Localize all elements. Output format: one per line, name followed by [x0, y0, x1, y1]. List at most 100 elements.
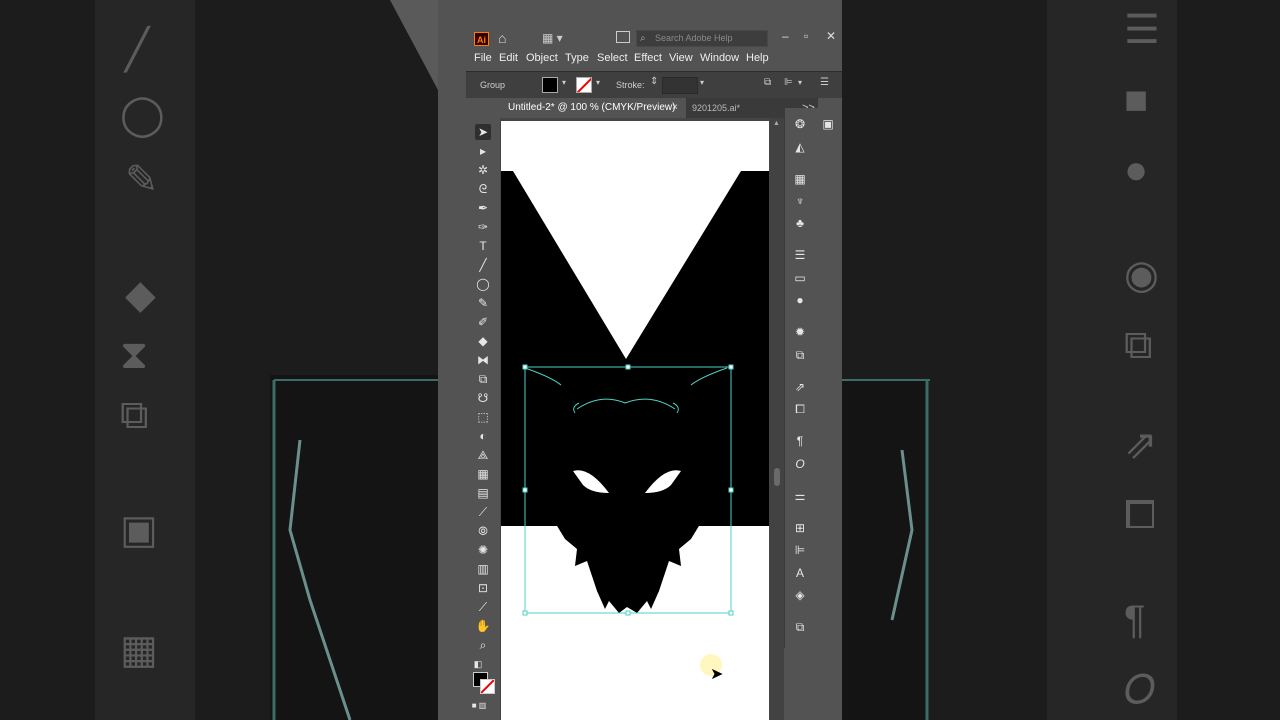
fill-swatch[interactable]	[542, 77, 558, 93]
gradient-icon[interactable]: ▤	[475, 485, 491, 501]
document-tab-bar: Untitled-2* @ 100 % (CMYK/Preview) × 920…	[500, 98, 818, 118]
maximize-icon[interactable]: ▫	[804, 29, 808, 43]
color-guide-icon[interactable]: ❂	[792, 116, 808, 132]
menu-type[interactable]: Type	[565, 52, 589, 64]
background-right: ☰ ■ ● ◉ ⧉ ⇗ ⧠ ¶ 𝑂	[842, 0, 1280, 720]
default-colors-icon[interactable]: ◧ ⇄	[470, 656, 486, 685]
vertical-scrollbar[interactable]: ▲	[770, 118, 784, 720]
export-icon[interactable]: ⇗	[792, 379, 808, 395]
tab-untitled-2-label: Untitled-2* @ 100 % (CMYK/Preview)	[508, 102, 676, 113]
bg-export-icon: ⇗	[1124, 423, 1158, 467]
shaper-icon[interactable]: ✐	[475, 314, 491, 330]
stroke-icon[interactable]: ☰	[792, 247, 808, 263]
perspective-icon[interactable]: ⟁	[475, 447, 491, 463]
fill-dropdown-icon[interactable]: ▾	[562, 78, 566, 87]
slice-icon[interactable]: ⟋	[475, 599, 491, 615]
color-mode-icon[interactable]: ■ ▥ ⧄	[471, 698, 487, 720]
handle-top-right	[728, 364, 734, 370]
ellipse-icon[interactable]: ◯	[475, 276, 491, 292]
menu-select[interactable]: Select	[597, 52, 628, 64]
pen-icon[interactable]: ✒	[475, 200, 491, 216]
layers-icon[interactable]: ◈	[792, 587, 808, 603]
menu-window[interactable]: Window	[700, 52, 739, 64]
eyedropper-icon[interactable]: ⟋	[475, 504, 491, 520]
character-icon[interactable]: A	[792, 565, 808, 581]
wolf-head-shape	[523, 367, 729, 613]
type-icon[interactable]: T	[475, 238, 491, 254]
free-transform-icon[interactable]: ⬚	[475, 409, 491, 425]
align-dropdown-icon[interactable]: ▾	[798, 78, 802, 87]
close-icon[interactable]: ✕	[826, 29, 836, 43]
arrange-documents-icon[interactable]	[616, 31, 630, 43]
magic-wand-icon[interactable]: ✲	[475, 162, 491, 178]
blend-icon[interactable]: ⦾	[475, 523, 491, 539]
rotate-icon[interactable]: ⧓	[475, 352, 491, 368]
background-left: ╱ ◯ ✎ ◆ ⧗ ⧉ ▣ ▦	[0, 0, 438, 720]
stroke-weight-input[interactable]	[662, 77, 698, 94]
artboards-icon[interactable]: ⧉	[792, 619, 808, 635]
bg-styles-icon: ⧉	[1124, 323, 1153, 367]
home-icon[interactable]: ⌂	[498, 30, 506, 46]
workspace-switcher-icon[interactable]: ▦ ▾	[542, 31, 563, 45]
menu-view[interactable]: View	[669, 52, 693, 64]
tab-close-icon[interactable]: ×	[672, 98, 678, 118]
direct-selection-icon[interactable]: ▸	[475, 143, 491, 159]
search-icon: ⌕	[640, 33, 646, 44]
transform-icon[interactable]: ⧉	[764, 77, 771, 88]
scale-icon[interactable]: ⧉	[475, 371, 491, 387]
stroke-weight-stepper[interactable]: ⇕	[650, 76, 658, 87]
curvature-icon[interactable]: ✑	[475, 219, 491, 235]
menu-file[interactable]: File	[474, 52, 492, 64]
line-icon[interactable]: ╱	[475, 257, 491, 273]
selection-icon[interactable]: ➤	[475, 124, 491, 140]
mesh-icon[interactable]: ▦	[475, 466, 491, 482]
stroke-weight-dropdown-icon[interactable]: ▾	[700, 78, 704, 87]
scroll-up-icon[interactable]: ▲	[773, 120, 780, 127]
search-help-input[interactable]: ⌕ Search Adobe Help	[636, 30, 768, 47]
artboard-icon[interactable]: ⊡	[475, 580, 491, 596]
symbol-sprayer-icon[interactable]: ✺	[475, 542, 491, 558]
zoom-icon[interactable]: ⌕	[475, 637, 491, 653]
align-icon[interactable]: ⊫	[784, 77, 793, 88]
menu-effect[interactable]: Effect	[634, 52, 662, 64]
menu-help[interactable]: Help	[746, 52, 769, 64]
panel-collapse-icon[interactable]: ▣	[820, 116, 836, 132]
menu-object[interactable]: Object	[526, 52, 558, 64]
symbols-icon[interactable]: ♣	[792, 215, 808, 231]
swatches-icon[interactable]: ▦	[792, 171, 808, 187]
stroke-swatch[interactable]	[576, 77, 592, 93]
warp-icon[interactable]: ☋	[475, 390, 491, 406]
menu-edit[interactable]: Edit	[499, 52, 518, 64]
tab-untitled-2[interactable]: Untitled-2* @ 100 % (CMYK/Preview)	[500, 98, 686, 118]
control-menu-icon[interactable]: ☰	[820, 77, 829, 88]
minimize-icon[interactable]: –	[782, 29, 789, 43]
color-icon[interactable]: ◭	[792, 139, 808, 155]
bg-transform-icon: ▣	[120, 508, 158, 552]
lasso-icon[interactable]: ᘓ	[475, 181, 491, 197]
pathfinder-icon[interactable]: ⊫	[792, 542, 808, 558]
tools-panel: ➤ ▸ ✲ ᘓ ✒ ✑ T ╱ ◯ ✎ ✐ ◆ ⧓ ⧉ ☋ ⬚ ◐ ⟁ ▦ ▤ …	[468, 118, 498, 720]
shape-builder-icon[interactable]: ◐	[475, 428, 491, 444]
transform-icon[interactable]: ⧠	[792, 401, 808, 417]
opentype-icon[interactable]: O	[792, 456, 808, 472]
brushes-icon[interactable]: ♆	[792, 193, 808, 209]
tab-9201205[interactable]: 9201205.ai*	[692, 98, 740, 118]
gradient-icon[interactable]: ▭	[792, 270, 808, 286]
properties-icon[interactable]: ⚌	[792, 488, 808, 504]
hand-icon[interactable]: ✋	[475, 618, 491, 634]
artboard[interactable]	[501, 121, 769, 720]
transparency-icon[interactable]: ●	[792, 292, 808, 308]
appearance-icon[interactable]: ✹	[792, 324, 808, 340]
column-graph-icon[interactable]: ▥	[475, 561, 491, 577]
bg-line-icon: ╱	[125, 28, 150, 72]
align-icon[interactable]: ⊞	[792, 520, 808, 536]
graphic-styles-icon[interactable]: ⧉	[792, 347, 808, 363]
stroke-color-box[interactable]	[480, 679, 495, 694]
eraser-icon[interactable]: ◆	[475, 333, 491, 349]
paragraph-icon[interactable]: ¶	[792, 433, 808, 449]
title-bar: Ai ⌂ ▦ ▾ ⌕ Search Adobe Help – ▫ ✕	[466, 28, 842, 50]
handle-top-center	[625, 364, 631, 370]
scrollbar-thumb[interactable]	[774, 468, 780, 486]
paintbrush-icon[interactable]: ✎	[475, 295, 491, 311]
stroke-dropdown-icon[interactable]: ▾	[596, 78, 600, 87]
